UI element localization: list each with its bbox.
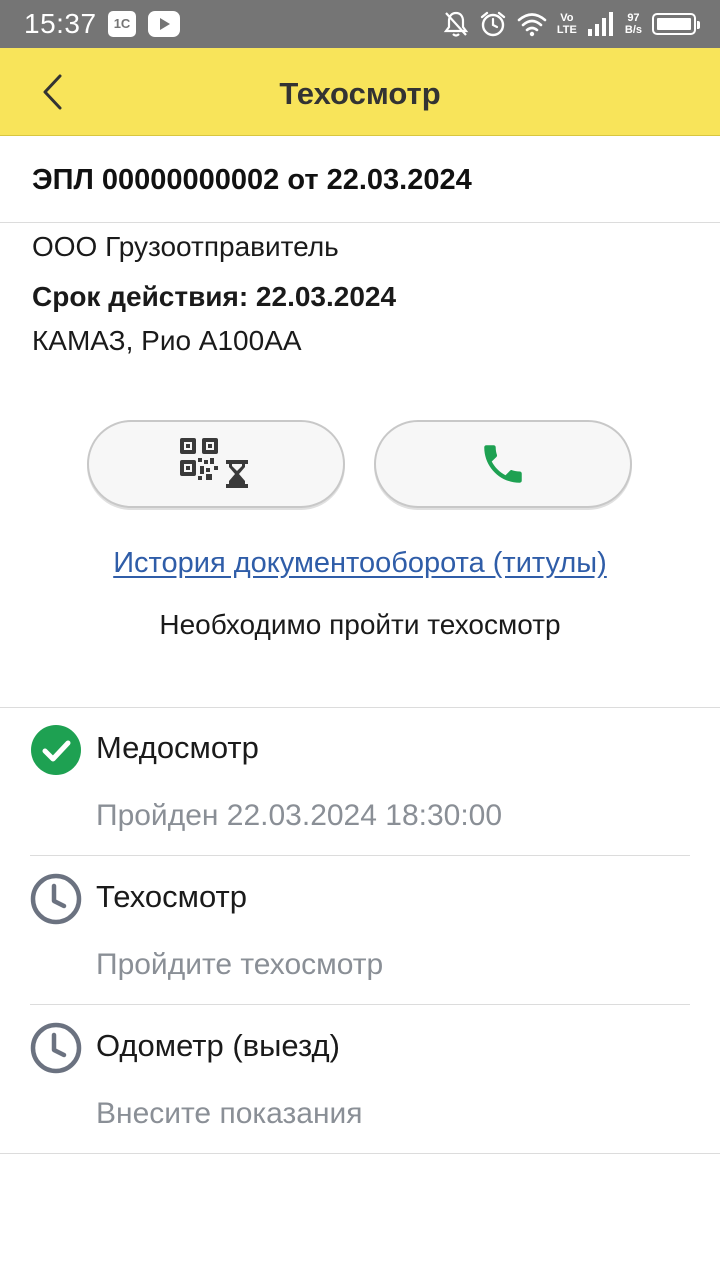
- clock-icon: [30, 873, 82, 925]
- volte-indicator: Vo LTE: [557, 12, 577, 36]
- step-title: Техосмотр: [96, 879, 247, 914]
- divider: [30, 855, 690, 856]
- document-title: ЭПЛ 00000000002 от 22.03.2024: [32, 164, 472, 196]
- step-technical-inspection[interactable]: Техосмотр Пройдите техосмотр: [0, 857, 720, 1005]
- speed-value: 97: [627, 12, 640, 24]
- volte-label: Vo: [560, 12, 574, 24]
- document-history-link[interactable]: История документооборота (титулы): [0, 545, 720, 581]
- notifications-off-icon: [443, 11, 469, 37]
- phone-icon: [484, 445, 522, 483]
- onec-app-icon: 1С: [108, 11, 136, 37]
- vehicle-info: КАМАЗ, Рио А100АА: [32, 325, 302, 356]
- divider: [0, 222, 720, 223]
- step-subtitle: Пройден 22.03.2024 18:30:00: [96, 799, 503, 832]
- step-odometer-departure[interactable]: Одометр (выезд) Внесите показания: [0, 1006, 720, 1154]
- signal-icon: [587, 12, 613, 36]
- status-bar: 15:37 1С Vo LTE 97 B/s: [0, 0, 720, 48]
- step-subtitle: Внесите показания: [96, 1097, 363, 1130]
- divider: [0, 1153, 720, 1154]
- step-medical-check[interactable]: Медосмотр Пройден 22.03.2024 18:30:00: [0, 708, 720, 856]
- status-icons: Vo LTE 97 B/s: [443, 8, 700, 40]
- lte-label: LTE: [556, 24, 577, 36]
- network-speed: 97 B/s: [625, 12, 642, 36]
- call-button[interactable]: [374, 420, 632, 508]
- organization-name: ООО Грузоотправитель: [32, 231, 339, 262]
- status-time: 15:37: [24, 8, 97, 39]
- clock-icon: [30, 1022, 82, 1074]
- page-title: Техосмотр: [279, 76, 441, 111]
- youtube-icon: [148, 11, 180, 37]
- validity-date: Срок действия: 22.03.2024: [32, 281, 397, 312]
- step-title: Одометр (выезд): [96, 1028, 340, 1063]
- divider: [30, 1004, 690, 1005]
- wifi-icon: [517, 13, 547, 37]
- step-subtitle: Пройдите техосмотр: [96, 948, 384, 981]
- battery-icon: [652, 13, 700, 35]
- speed-unit: B/s: [624, 24, 642, 36]
- check-circle-icon: [31, 725, 81, 775]
- qr-code-pending-icon: [180, 438, 248, 488]
- step-title: Медосмотр: [96, 730, 259, 765]
- qr-code-button[interactable]: [87, 420, 345, 508]
- app-bar: Техосмотр: [0, 48, 720, 136]
- status-notice: Необходимо пройти техосмотр: [159, 609, 561, 640]
- alarm-icon: [480, 11, 506, 37]
